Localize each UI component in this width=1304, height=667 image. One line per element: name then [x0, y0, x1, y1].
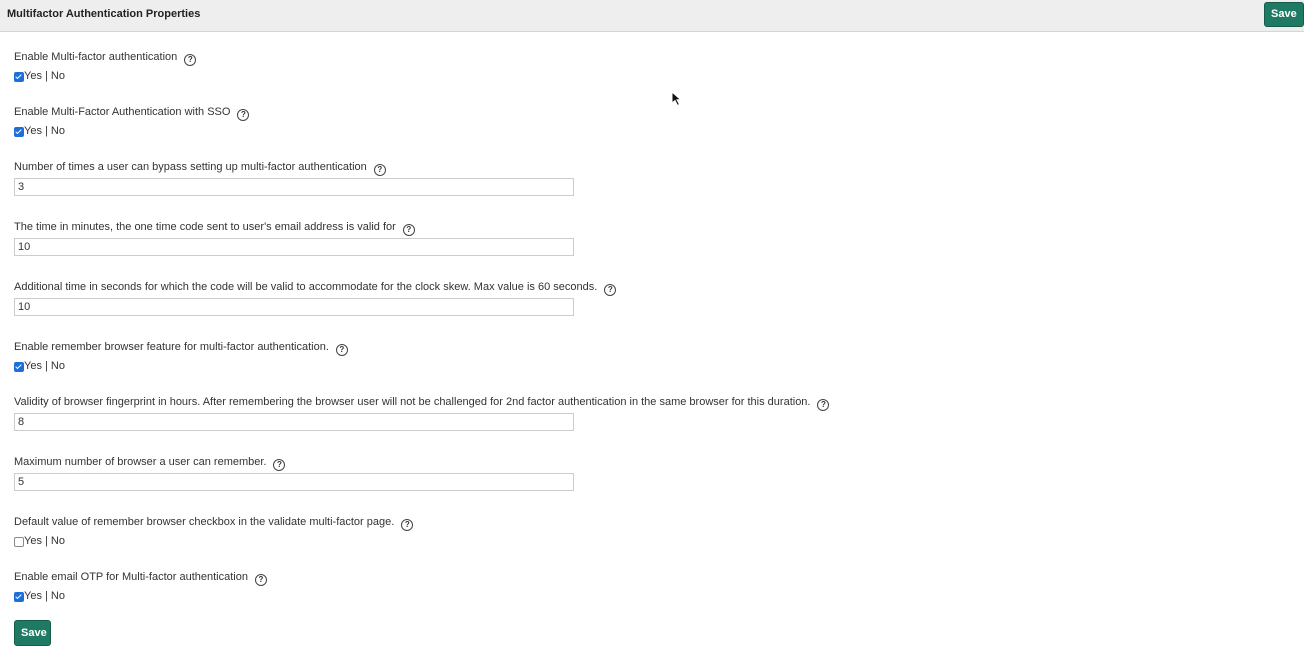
enable-mfa-checkbox[interactable]: [14, 72, 24, 82]
yes-no-toggle: Yes | No: [14, 360, 65, 374]
field-default-remember: Default value of remember browser checkb…: [14, 515, 1014, 547]
field-max-browsers: Maximum number of browser a user can rem…: [14, 455, 1014, 491]
field-label: Number of times a user can bypass settin…: [14, 161, 367, 173]
field-label: Additional time in seconds for which the…: [14, 281, 598, 293]
field-bypass-count: Number of times a user can bypass settin…: [14, 160, 1014, 196]
max-browsers-input[interactable]: [14, 473, 574, 491]
otp-validity-input[interactable]: [14, 238, 574, 256]
field-enable-mfa: Enable Multi-factor authentication? Yes …: [14, 50, 1014, 82]
help-icon[interactable]: ?: [273, 459, 286, 471]
yes-no-label: Yes | No: [24, 125, 65, 137]
bypass-count-input[interactable]: [14, 178, 574, 196]
field-label: Maximum number of browser a user can rem…: [14, 456, 267, 468]
yes-no-label: Yes | No: [24, 70, 65, 82]
yes-no-label: Yes | No: [24, 360, 65, 372]
field-label: Enable Multi-Factor Authentication with …: [14, 106, 231, 118]
yes-no-label: Yes | No: [24, 535, 65, 547]
yes-no-toggle: Yes | No: [14, 590, 65, 604]
help-icon[interactable]: ?: [237, 109, 250, 121]
yes-no-toggle: Yes | No: [14, 70, 65, 84]
header-save-button[interactable]: Save: [1264, 2, 1304, 27]
default-remember-checkbox[interactable]: [14, 537, 24, 547]
footer-save-button[interactable]: Save: [14, 620, 51, 646]
page-header: Multifactor Authentication Properties Sa…: [0, 0, 1304, 32]
field-fingerprint-validity: Validity of browser fingerprint in hours…: [14, 395, 1014, 431]
mouse-cursor-icon: [671, 91, 683, 107]
field-label: Enable email OTP for Multi-factor authen…: [14, 571, 248, 583]
field-label: The time in minutes, the one time code s…: [14, 221, 396, 233]
email-otp-checkbox[interactable]: [14, 592, 24, 602]
enable-mfa-sso-checkbox[interactable]: [14, 127, 24, 137]
page-title: Multifactor Authentication Properties: [7, 8, 201, 20]
help-icon[interactable]: ?: [335, 344, 348, 356]
help-icon[interactable]: ?: [184, 54, 197, 66]
field-otp-validity: The time in minutes, the one time code s…: [14, 220, 1014, 256]
yes-no-toggle: Yes | No: [14, 125, 65, 139]
help-icon[interactable]: ?: [604, 284, 617, 296]
field-enable-mfa-sso: Enable Multi-Factor Authentication with …: [14, 105, 1014, 137]
help-icon[interactable]: ?: [373, 164, 386, 176]
yes-no-toggle: Yes | No: [14, 535, 65, 549]
help-icon[interactable]: ?: [254, 574, 267, 586]
help-icon[interactable]: ?: [402, 224, 415, 236]
field-remember-browser: Enable remember browser feature for mult…: [14, 340, 1014, 372]
field-label: Enable Multi-factor authentication: [14, 51, 178, 63]
remember-browser-checkbox[interactable]: [14, 362, 24, 372]
field-label: Validity of browser fingerprint in hours…: [14, 396, 811, 408]
field-email-otp: Enable email OTP for Multi-factor authen…: [14, 570, 1014, 602]
clock-skew-input[interactable]: [14, 298, 574, 316]
help-icon[interactable]: ?: [401, 519, 414, 531]
yes-no-label: Yes | No: [24, 590, 65, 602]
help-icon[interactable]: ?: [817, 399, 830, 411]
field-clock-skew: Additional time in seconds for which the…: [14, 280, 1014, 316]
field-label: Enable remember browser feature for mult…: [14, 341, 329, 353]
fingerprint-validity-input[interactable]: [14, 413, 574, 431]
field-label: Default value of remember browser checkb…: [14, 516, 395, 528]
